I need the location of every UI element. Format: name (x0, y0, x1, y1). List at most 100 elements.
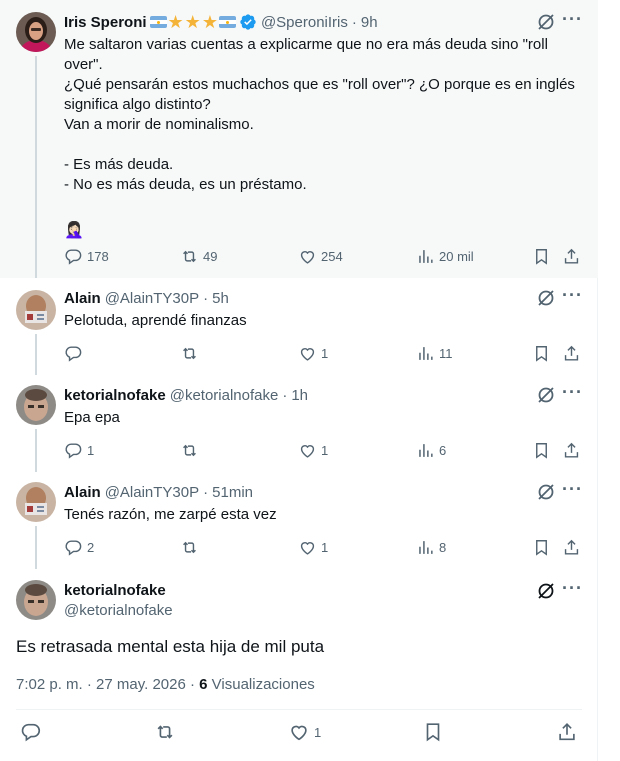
retweet-button[interactable] (154, 722, 176, 742)
separator-dot: · (203, 289, 209, 307)
grok-icon[interactable] (536, 581, 556, 601)
share-button[interactable] (562, 246, 581, 266)
author-name[interactable]: Alain (64, 484, 101, 501)
share-button[interactable] (562, 537, 581, 557)
share-button[interactable] (556, 722, 578, 742)
tweet-header: Alain @AlainTY30P · 5h (64, 288, 582, 308)
tweet-header: Alain @AlainTY30P · 51min (64, 482, 582, 502)
retweet-button[interactable] (180, 343, 203, 363)
views-total: 6 (199, 676, 208, 693)
text-line: Van a morir de nominalismo. (64, 116, 254, 133)
reply-icon (65, 539, 82, 556)
like-count: 254 (321, 248, 343, 264)
main-author-handle[interactable]: @ketorialnofake (64, 602, 173, 619)
tweet-text: Pelotuda, aprendé finanzas (64, 312, 247, 329)
share-button[interactable] (562, 440, 581, 460)
views-icon (419, 443, 433, 457)
bookmark-icon (536, 248, 547, 265)
bookmark-button[interactable] (532, 537, 551, 557)
tweet-time[interactable]: 5h (212, 290, 229, 307)
bookmark-icon (536, 345, 547, 362)
text-line (64, 195, 582, 215)
like-button[interactable]: 1 (288, 722, 321, 742)
tweet-alain-2[interactable]: Alain @AlainTY30P · 51min ··· Tenés razó… (0, 472, 598, 569)
grok-icon[interactable] (536, 288, 556, 308)
more-icon[interactable]: ··· (562, 480, 582, 504)
thread-connector (35, 56, 37, 278)
bookmark-button[interactable] (532, 440, 551, 460)
more-icon[interactable]: ··· (562, 286, 582, 310)
thread-connector (35, 526, 37, 569)
like-button[interactable]: 1 (298, 440, 328, 460)
author-name[interactable]: Alain (64, 290, 101, 307)
retweet-button[interactable] (180, 537, 203, 557)
tweet-meta: 7:02 p. m. · 27 may. 2026 · 6 Visualizac… (16, 676, 315, 693)
author-handle[interactable]: @ketorialnofake (170, 387, 279, 404)
author-handle[interactable]: @SperoniIris (261, 14, 348, 31)
views-count: 8 (439, 539, 447, 555)
author-handle[interactable]: @AlainTY30P (105, 290, 199, 307)
timeline-column: Iris Speroni ★ ★ ★ @SperoniIris · 9h ···… (0, 0, 598, 761)
like-count: 1 (321, 345, 329, 361)
views-button[interactable]: 8 (416, 537, 446, 557)
like-count: 1 (314, 724, 322, 740)
retweet-count: 49 (203, 248, 218, 264)
retweet-button[interactable]: 49 (180, 246, 217, 266)
bookmark-button[interactable] (422, 722, 444, 742)
retweet-icon (183, 444, 196, 456)
tweet-ketorial-1[interactable]: ketorialnofake @ketorialnofake · 1h ··· … (0, 375, 598, 472)
views-button[interactable]: 11 (416, 343, 453, 363)
tweet-time[interactable]: 1h (291, 387, 308, 404)
author-handle[interactable]: @AlainTY30P (105, 484, 199, 501)
tweet-timestamp[interactable]: 7:02 p. m. · 27 may. 2026 (16, 676, 186, 693)
avatar-alain[interactable] (16, 290, 56, 330)
tweet-time[interactable]: 9h (361, 14, 378, 31)
author-name[interactable]: ketorialnofake (64, 387, 166, 404)
avatar-ketorial-main[interactable] (16, 580, 56, 620)
reply-icon (21, 723, 41, 742)
more-icon[interactable]: ··· (562, 579, 582, 603)
tweet-iris[interactable]: Iris Speroni ★ ★ ★ @SperoniIris · 9h ···… (0, 0, 598, 278)
separator-dot: · (189, 676, 195, 693)
views-count: 11 (439, 345, 453, 361)
tweet-time[interactable]: 51min (212, 484, 253, 501)
views-button[interactable]: 20 mil (416, 246, 474, 266)
separator-dot: · (282, 386, 288, 404)
separator-dot: · (203, 483, 209, 501)
like-icon (300, 541, 315, 555)
share-icon (564, 442, 579, 458)
bookmark-button[interactable] (532, 246, 551, 266)
reply-button[interactable]: 178 (64, 246, 109, 266)
avatar-iris[interactable] (16, 12, 56, 52)
bookmark-button[interactable] (532, 343, 551, 363)
like-button[interactable]: 1 (298, 537, 328, 557)
views-icon (419, 540, 433, 554)
grok-icon[interactable] (536, 385, 556, 405)
reply-button[interactable]: 2 (64, 537, 94, 557)
tweet-text: Epa epa (64, 409, 120, 426)
reply-button[interactable]: 1 (64, 440, 94, 460)
grok-icon[interactable] (536, 482, 556, 502)
tweet-header: ketorialnofake @ketorialnofake · 1h (64, 385, 582, 405)
like-button[interactable]: 254 (298, 246, 343, 266)
main-tweet-actions: 1 (16, 722, 582, 746)
avatar-alain[interactable] (16, 482, 56, 522)
main-author-name[interactable]: ketorialnofake (64, 582, 166, 599)
retweet-button[interactable] (180, 440, 203, 460)
bookmark-icon (426, 723, 440, 742)
avatar-ketorial[interactable] (16, 385, 56, 425)
tweet-text: Me saltaron varias cuentas a explicarme … (64, 35, 582, 241)
reply-button[interactable] (64, 343, 87, 363)
reply-button[interactable] (20, 722, 42, 742)
author-name[interactable]: Iris Speroni (64, 14, 147, 31)
like-button[interactable]: 1 (298, 343, 328, 363)
tweet-alain-1[interactable]: Alain @AlainTY30P · 5h ··· Pelotuda, apr… (0, 278, 598, 375)
like-icon (291, 725, 307, 741)
views-icon (419, 249, 433, 263)
more-icon[interactable]: ··· (562, 10, 582, 34)
grok-icon[interactable] (536, 12, 556, 32)
more-icon[interactable]: ··· (562, 383, 582, 407)
retweet-icon (183, 250, 196, 262)
views-button[interactable]: 6 (416, 440, 446, 460)
share-button[interactable] (562, 343, 581, 363)
